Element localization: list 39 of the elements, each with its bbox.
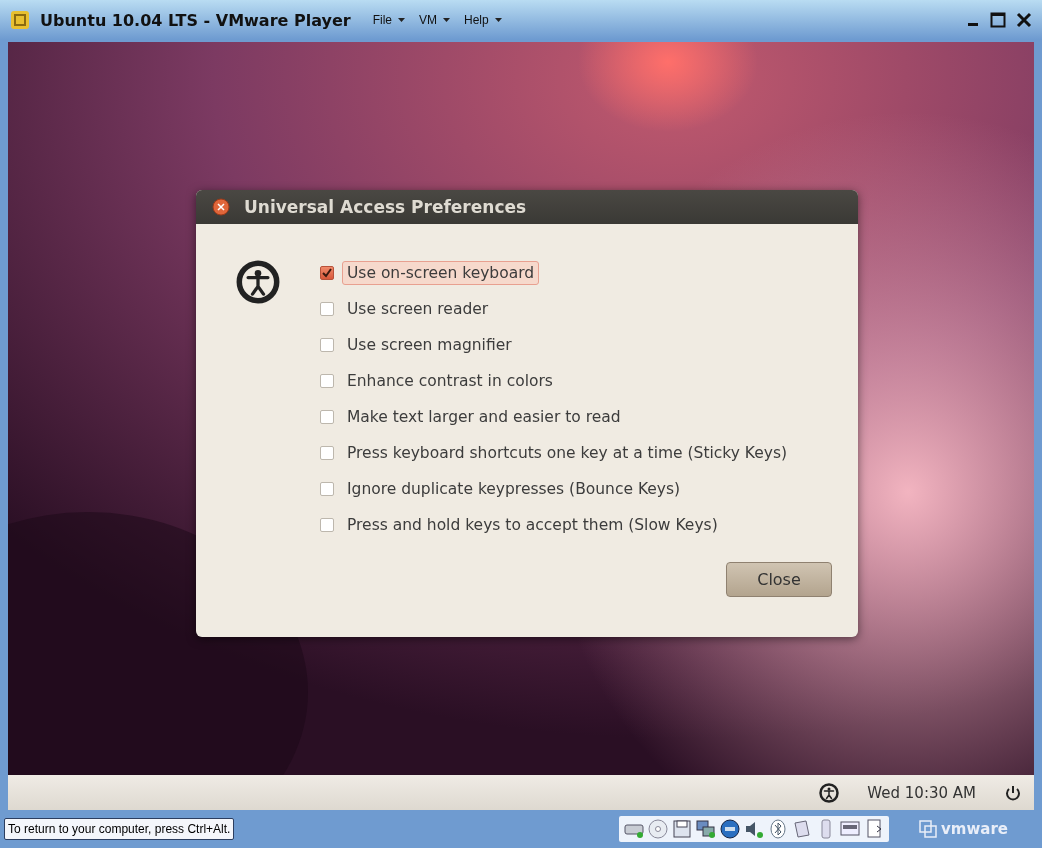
option-label[interactable]: Use screen reader (342, 297, 494, 321)
floppy-icon[interactable] (671, 818, 694, 840)
caret-icon (443, 18, 450, 22)
network-icon[interactable] (695, 818, 718, 840)
checkbox[interactable] (320, 302, 334, 316)
close-button[interactable]: Close (726, 562, 832, 597)
dialog-title: Universal Access Preferences (244, 197, 527, 217)
checkbox[interactable] (320, 338, 334, 352)
clock[interactable]: Wed 10:30 AM (867, 783, 976, 802)
checkbox[interactable] (320, 374, 334, 388)
accessibility-icon (236, 260, 280, 304)
close-icon[interactable] (212, 198, 230, 216)
option-label[interactable]: Enhance contrast in colors (342, 369, 558, 393)
checkbox[interactable] (320, 410, 334, 424)
caret-icon (494, 18, 502, 22)
checkbox[interactable] (320, 482, 334, 496)
option-label[interactable]: Use screen magnifier (342, 333, 517, 357)
brand-name: vmware (941, 820, 1008, 838)
disc-icon[interactable] (647, 818, 670, 840)
status-hint: To return to your computer, press Ctrl+Alt. (4, 818, 235, 840)
power-icon[interactable] (1004, 783, 1022, 802)
checkbox[interactable] (320, 266, 334, 280)
menu-button[interactable]: Help (462, 13, 504, 27)
option-label[interactable]: Make text larger and easier to read (342, 405, 626, 429)
option-label[interactable]: Press keyboard shortcuts one key at a time (Sticky Keys) (342, 441, 793, 465)
option-label[interactable]: Ignore duplicate keypresses (Bounce Keys) (342, 477, 686, 501)
app-icon (10, 10, 30, 30)
menu-button[interactable]: File (370, 13, 407, 27)
checkbox[interactable] (320, 446, 334, 460)
close-icon[interactable] (1016, 12, 1032, 28)
menu-button[interactable]: VM (417, 13, 452, 27)
logo-icon (919, 820, 938, 838)
option-label[interactable]: Press and hold keys to accept them (Slow Keys) (342, 513, 723, 537)
maximize-icon[interactable] (990, 12, 1006, 28)
checkbox[interactable] (320, 518, 334, 532)
window-title: Ubuntu 10.04 LTS - VMware Player (40, 10, 351, 30)
accessibility-icon (819, 782, 840, 803)
option-label[interactable]: Use on-screen keyboard (342, 261, 540, 285)
caret-icon (398, 18, 405, 22)
